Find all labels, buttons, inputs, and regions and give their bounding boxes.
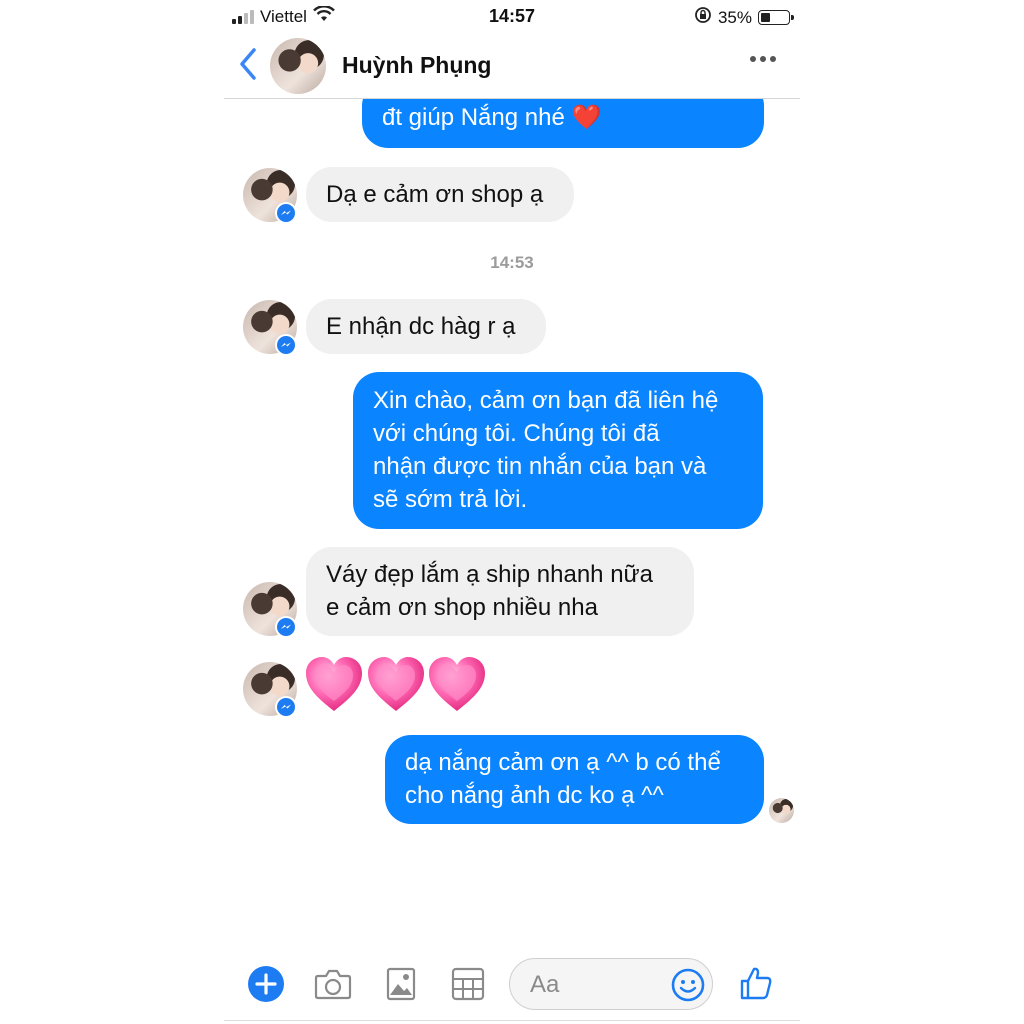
battery-icon bbox=[758, 10, 794, 25]
message-bubble-incoming[interactable]: Dạ e cảm ơn shop ạ bbox=[306, 167, 574, 222]
seen-receipt-avatar bbox=[769, 798, 794, 823]
messenger-badge-icon bbox=[275, 202, 297, 224]
composer-bar: Aa bbox=[224, 955, 800, 1015]
gallery-icon[interactable] bbox=[386, 967, 416, 1006]
message-line: Xin chào, cảm ơn bạn đã liên hệ bbox=[373, 387, 719, 414]
pink-heart-emoji[interactable] bbox=[427, 655, 487, 715]
back-chevron-icon[interactable] bbox=[234, 46, 264, 82]
timestamp-divider: 14:53 bbox=[490, 253, 534, 272]
battery-percent: 35% bbox=[717, 7, 752, 27]
pink-heart-emoji[interactable] bbox=[366, 655, 426, 715]
message-line: Váy đẹp lắm ạ ship nhanh nữa bbox=[326, 561, 653, 588]
orientation-lock-icon bbox=[694, 6, 712, 29]
chat-header: Huỳnh Phụng bbox=[224, 32, 800, 99]
messenger-badge-icon bbox=[275, 334, 297, 356]
add-icon[interactable] bbox=[247, 965, 285, 1008]
emoji-icon[interactable] bbox=[670, 967, 706, 1008]
more-dots-icon[interactable] bbox=[750, 56, 776, 62]
message-bubble-outgoing[interactable]: Xin chào, cảm ơn bạn đã liên hệ với chún… bbox=[353, 372, 763, 529]
messenger-badge-icon bbox=[275, 696, 297, 718]
grid-icon[interactable] bbox=[451, 967, 485, 1006]
message-line: cho nắng ảnh dc ko ạ ^^ bbox=[405, 782, 664, 809]
message-text: E nhận dc hàg r ạ bbox=[326, 313, 516, 340]
message-line: với chúng tôi. Chúng tôi đã bbox=[373, 420, 660, 447]
message-bubble-outgoing[interactable]: dạ nắng cảm ơn ạ ^^ b có thể cho nắng ản… bbox=[385, 735, 764, 824]
pink-heart-emoji[interactable] bbox=[304, 655, 364, 715]
camera-icon[interactable] bbox=[314, 968, 352, 1005]
message-text: Dạ e cảm ơn shop ạ bbox=[326, 181, 544, 208]
bottom-divider bbox=[224, 1020, 800, 1021]
message-input[interactable]: Aa bbox=[509, 958, 713, 1010]
messenger-screen: Viettel 14:57 35% Huỳnh Phụng đt giúp Nắ… bbox=[224, 0, 800, 1024]
message-line: nhận được tin nhắn của bạn và bbox=[373, 453, 707, 480]
battery-group: 35% bbox=[694, 6, 794, 29]
contact-avatar[interactable] bbox=[270, 38, 326, 94]
contact-name[interactable]: Huỳnh Phụng bbox=[342, 52, 491, 79]
message-input-placeholder: Aa bbox=[530, 971, 560, 998]
message-line: sẽ sớm trả lời. bbox=[373, 486, 528, 513]
message-bubble-incoming[interactable]: E nhận dc hàg r ạ bbox=[306, 299, 546, 354]
message-line: e cảm ơn shop nhiều nha bbox=[326, 594, 598, 621]
message-bubble-incoming[interactable]: Váy đẹp lắm ạ ship nhanh nữa e cảm ơn sh… bbox=[306, 547, 694, 636]
status-bar: Viettel 14:57 35% bbox=[224, 0, 800, 32]
message-text: đt giúp Nắng nhé ❤️ bbox=[382, 104, 602, 131]
thumbs-up-icon[interactable] bbox=[738, 965, 774, 1006]
messenger-badge-icon bbox=[275, 616, 297, 638]
message-line: dạ nắng cảm ơn ạ ^^ b có thể bbox=[405, 749, 721, 776]
